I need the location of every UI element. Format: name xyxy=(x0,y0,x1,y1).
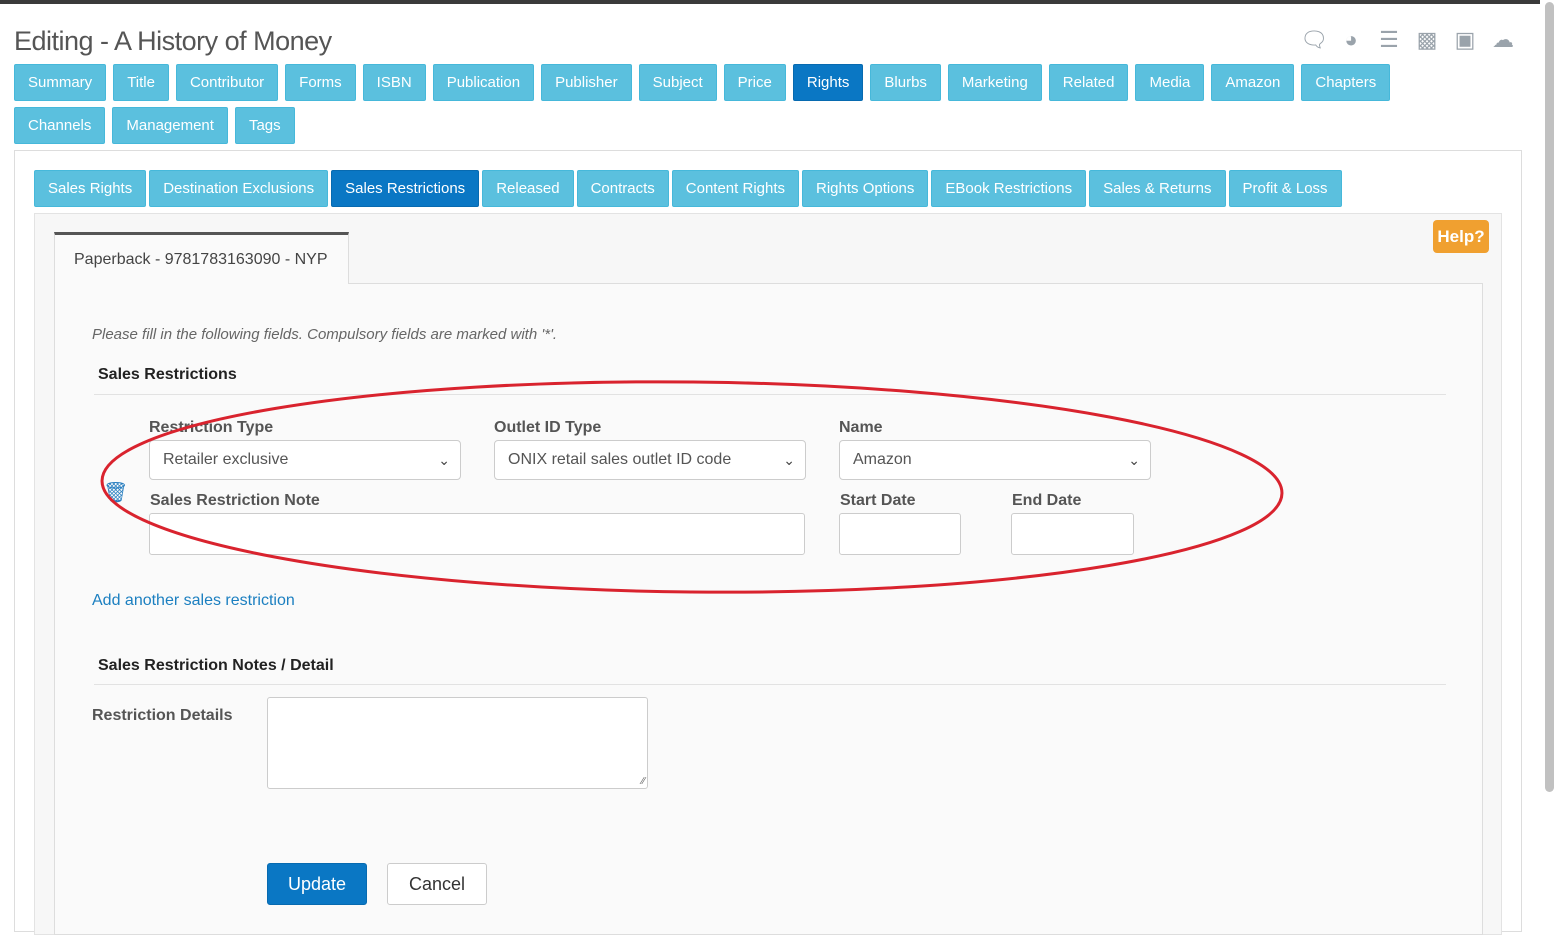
tab-management[interactable]: Management xyxy=(112,107,228,144)
end-date-label: End Date xyxy=(1012,492,1082,509)
format-tab-paperback[interactable]: Paperback - 9781783163090 - NYP xyxy=(54,232,349,284)
subtab-sales-restrictions[interactable]: Sales Restrictions xyxy=(331,170,480,207)
help-button[interactable]: Help? xyxy=(1433,220,1489,253)
section-divider xyxy=(94,684,1446,685)
add-sales-restriction-link[interactable]: Add another sales restriction xyxy=(92,592,295,610)
tab-related[interactable]: Related xyxy=(1048,64,1129,101)
tab-tags[interactable]: Tags xyxy=(234,107,295,144)
tab-isbn[interactable]: ISBN xyxy=(362,64,426,101)
top-border xyxy=(0,0,1540,4)
subtab-released[interactable]: Released xyxy=(482,170,574,207)
archive-icon[interactable]: ▩ xyxy=(1414,28,1440,52)
comments-icon[interactable]: 🗨 xyxy=(1300,28,1328,52)
dashboard-icon[interactable]: ◕ xyxy=(1338,28,1364,52)
cloud-download-icon[interactable]: ☁ xyxy=(1490,28,1516,52)
tab-media[interactable]: Media xyxy=(1135,64,1205,101)
name-select[interactable]: Amazon ⌄ xyxy=(839,440,1151,480)
restriction-details-label: Restriction Details xyxy=(92,707,233,724)
tab-forms[interactable]: Forms xyxy=(285,64,356,101)
tab-contributor[interactable]: Contributor xyxy=(175,64,279,101)
tab-price[interactable]: Price xyxy=(723,64,786,101)
image-icon[interactable]: ▣ xyxy=(1452,28,1478,52)
restriction-details-textarea[interactable]: ∕∕ xyxy=(267,697,648,789)
subtab-destination-exclusions[interactable]: Destination Exclusions xyxy=(149,170,329,207)
restriction-type-value: Retailer exclusive xyxy=(163,451,289,468)
outlet-id-type-value: ONIX retail sales outlet ID code xyxy=(508,451,732,468)
subtab-profit-loss[interactable]: Profit & Loss xyxy=(1228,170,1342,207)
tab-marketing[interactable]: Marketing xyxy=(947,64,1042,101)
tab-subject[interactable]: Subject xyxy=(638,64,717,101)
tab-chapters[interactable]: Chapters xyxy=(1301,64,1391,101)
restriction-type-select[interactable]: Retailer exclusive ⌄ xyxy=(149,440,461,480)
end-date-input[interactable] xyxy=(1011,513,1134,555)
resize-grip-icon[interactable]: ∕∕ xyxy=(642,776,645,787)
page-title: Editing - A History of Money xyxy=(14,26,332,56)
name-label: Name xyxy=(839,419,883,436)
name-value: Amazon xyxy=(853,451,912,468)
subtab-contracts[interactable]: Contracts xyxy=(576,170,669,207)
tab-publication[interactable]: Publication xyxy=(432,64,535,101)
chevron-down-icon: ⌄ xyxy=(1128,452,1140,468)
toolbar-icons: 🗨 ◕ ☰ ▩ ▣ ☁ xyxy=(1300,28,1516,52)
list-icon[interactable]: ☰ xyxy=(1376,28,1402,52)
subtab-content-rights[interactable]: Content Rights xyxy=(671,170,800,207)
tab-title[interactable]: Title xyxy=(113,64,169,101)
outlet-id-type-label: Outlet ID Type xyxy=(494,419,602,436)
rights-sub-tabs: Sales Rights Destination Exclusions Sales … xyxy=(34,170,1345,213)
subtab-rights-options[interactable]: Rights Options xyxy=(802,170,929,207)
restriction-type-label: Restriction Type xyxy=(149,419,274,436)
tab-summary[interactable]: Summary xyxy=(14,64,107,101)
tab-channels[interactable]: Channels xyxy=(14,107,106,144)
form-instructions: Please fill in the following fields. Com… xyxy=(92,326,558,343)
sales-restriction-note-input[interactable] xyxy=(149,513,805,555)
trash-icon[interactable]: 🗑 xyxy=(103,480,128,505)
subtab-sales-rights[interactable]: Sales Rights xyxy=(34,170,147,207)
scrollbar-thumb[interactable] xyxy=(1545,2,1554,792)
chevron-down-icon: ⌄ xyxy=(438,452,450,468)
cancel-button[interactable]: Cancel xyxy=(387,863,487,905)
tab-blurbs[interactable]: Blurbs xyxy=(870,64,941,101)
tab-amazon[interactable]: Amazon xyxy=(1211,64,1295,101)
tab-rights[interactable]: Rights xyxy=(792,64,864,101)
scrollbar[interactable] xyxy=(1540,0,1558,922)
subtab-sales-returns[interactable]: Sales & Returns xyxy=(1089,170,1226,207)
tab-publisher[interactable]: Publisher xyxy=(541,64,632,101)
subtab-ebook-restrictions[interactable]: EBook Restrictions xyxy=(931,170,1087,207)
start-date-label: Start Date xyxy=(840,492,916,509)
chevron-down-icon: ⌄ xyxy=(783,452,795,468)
main-tabs: Summary Title Contributor Forms ISBN Publicat… xyxy=(14,64,1494,150)
start-date-input[interactable] xyxy=(839,513,961,555)
section-divider xyxy=(94,394,1446,395)
outlet-id-type-select[interactable]: ONIX retail sales outlet ID code ⌄ xyxy=(494,440,806,480)
sales-restriction-note-label: Sales Restriction Note xyxy=(150,492,320,509)
section-title-sales-restrictions: Sales Restrictions xyxy=(98,366,237,383)
update-button[interactable]: Update xyxy=(267,863,367,905)
section-title-restriction-notes: Sales Restriction Notes / Detail xyxy=(98,657,334,674)
